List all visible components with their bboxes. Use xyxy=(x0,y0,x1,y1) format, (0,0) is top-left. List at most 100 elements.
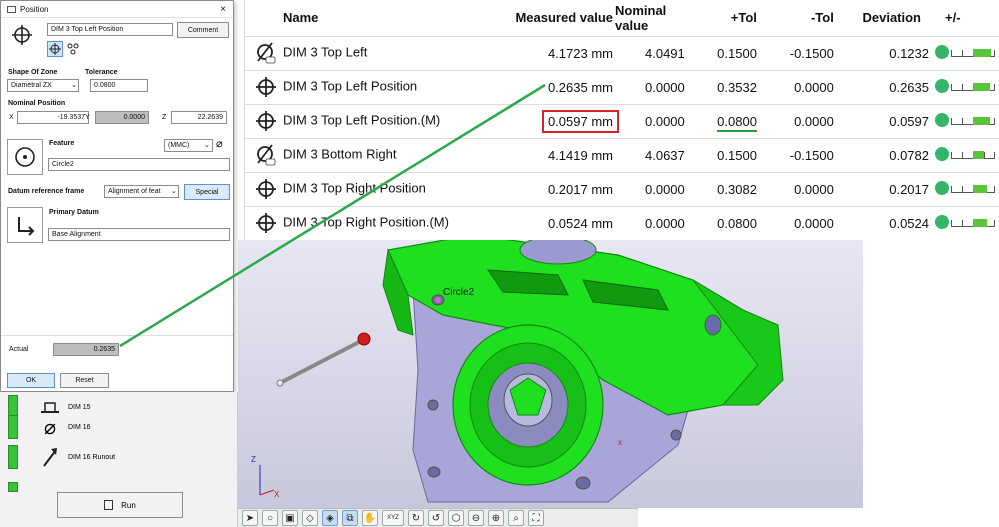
deviation-bar xyxy=(935,180,995,195)
position-icon xyxy=(255,179,283,199)
row-deviation: 0.2635 xyxy=(889,79,929,95)
tolerance-input[interactable]: 0.0800 xyxy=(90,79,148,92)
3d-viewport[interactable]: x Circle2 Z X xyxy=(238,240,863,508)
table-row[interactable]: DIM 3 Top Left Position 0.2635 mm 0.0000 0.… xyxy=(245,69,999,104)
deviation-fill xyxy=(973,150,984,159)
results-header-row: Name Measured value Nominal value +Tol -… xyxy=(245,0,999,36)
section-view-icon[interactable]: ⧉ xyxy=(342,510,358,526)
row-plus-tol: 0.1500 xyxy=(717,147,757,163)
tolerance-scale xyxy=(951,47,995,57)
comment-button[interactable]: Comment xyxy=(177,22,229,38)
pattern-mode-icon[interactable] xyxy=(65,41,81,57)
runout-arrow-icon xyxy=(38,445,62,469)
status-dot-icon xyxy=(935,214,949,229)
cube-shaded-icon[interactable]: ▣ xyxy=(282,510,298,526)
primary-datum-label: Primary Datum xyxy=(49,209,99,216)
pan-hand-icon[interactable]: ✋ xyxy=(362,510,378,526)
datum-corner-icon[interactable] xyxy=(7,207,43,243)
chevron-down-icon: ⌄ xyxy=(171,188,177,195)
reset-button[interactable]: Reset xyxy=(60,373,109,388)
header-plus-tol[interactable]: +Tol xyxy=(700,0,767,36)
view-toolbar: ➤ ○ ▣ ◇ ◈ ⧉ ✋ XYZ ↻ ↺ ⬡ ⊖ ⊕ ⌕ ⛶ xyxy=(238,508,638,527)
header-plusminus[interactable]: +/- xyxy=(931,0,999,36)
status-dot-icon xyxy=(935,78,949,93)
deviation-fill xyxy=(973,184,987,193)
dialog-divider xyxy=(1,335,233,336)
run-button[interactable]: Run xyxy=(57,492,183,518)
feature-input[interactable]: Circle2 xyxy=(48,158,230,171)
feature-item-label: DIM 16 Runout xyxy=(68,453,116,461)
table-row[interactable]: DIM 3 Top Left 4.1723 mm 4.0491 0.1500 -0.15… xyxy=(245,35,999,70)
header-measured[interactable]: Measured value xyxy=(459,0,615,36)
header-minus-tol[interactable]: -Tol xyxy=(767,0,844,36)
wireframe-icon[interactable]: ◇ xyxy=(302,510,318,526)
row-minus-tol: 0.0000 xyxy=(794,79,834,95)
row-nominal: 4.0491 xyxy=(645,45,685,61)
shape-of-zone-select[interactable]: Diametral ZX xyxy=(7,79,79,92)
row-nominal: 0.0000 xyxy=(645,113,685,129)
position-symbol-icon xyxy=(7,23,37,47)
list-item[interactable] xyxy=(8,474,38,500)
list-item[interactable]: ⌀ DIM 16 xyxy=(8,414,91,440)
diameter-icon[interactable]: ⌀ xyxy=(216,137,223,150)
header-name[interactable]: Name xyxy=(245,0,459,36)
view-cube-icon[interactable]: ⬡ xyxy=(448,510,464,526)
row-nominal: 0.0000 xyxy=(645,181,685,197)
deviation-bar xyxy=(935,78,995,93)
list-item[interactable]: DIM 16 Runout xyxy=(8,444,115,470)
header-deviation[interactable]: Deviation xyxy=(844,0,931,36)
nominal-z-input[interactable]: 22.2639 xyxy=(171,111,227,124)
rotate-ccw-icon[interactable]: ↺ xyxy=(428,510,444,526)
row-name: DIM 3 Top Left Position xyxy=(283,78,418,94)
row-measured: 4.1723 mm xyxy=(547,45,613,61)
svg-text:x: x xyxy=(618,438,622,447)
render-mode-icon[interactable]: ◈ xyxy=(322,510,338,526)
deviation-bar xyxy=(935,112,995,127)
feature-item-label: DIM 15 xyxy=(68,403,91,411)
axis-z-label: Z xyxy=(251,455,256,464)
dialog-titlebar[interactable]: Position × xyxy=(1,1,233,18)
actual-value-field: 0.2635 xyxy=(53,343,119,356)
ok-button[interactable]: OK xyxy=(7,373,55,388)
row-measured: 0.2635 mm xyxy=(547,79,613,95)
run-icon xyxy=(104,500,114,510)
status-bar xyxy=(8,445,18,469)
primary-datum-input[interactable]: Base Alignment xyxy=(48,228,230,241)
axis-x-label: X xyxy=(274,490,280,499)
diameter-icon xyxy=(255,42,283,64)
position-mode-icon[interactable] xyxy=(47,41,63,57)
nominal-position-label: Nominal Position xyxy=(8,100,66,107)
part-model: x xyxy=(259,240,784,503)
status-bar xyxy=(8,482,18,492)
results-table: Name Measured value Nominal value +Tol -… xyxy=(245,0,999,240)
table-row[interactable]: DIM 3 Top Right Position 0.2017 mm 0.0000 0… xyxy=(245,171,999,206)
circle-tool-icon[interactable]: ○ xyxy=(262,510,278,526)
xyz-view-icon[interactable]: XYZ xyxy=(382,510,404,526)
tolerance-scale xyxy=(951,183,995,193)
select-arrow-icon[interactable]: ➤ xyxy=(242,510,258,526)
datum-frame-label: Datum reference frame xyxy=(8,188,85,195)
zoom-icon[interactable]: ⌕ xyxy=(508,510,524,526)
row-minus-tol: 0.0000 xyxy=(794,113,834,129)
close-icon[interactable]: × xyxy=(213,4,233,15)
nominal-x-input[interactable]: -19.3537 xyxy=(17,111,89,124)
status-dot-icon xyxy=(935,180,949,195)
datum-frame-select[interactable]: Alignment of feat xyxy=(104,185,179,198)
special-button[interactable]: Special xyxy=(184,184,230,200)
chevron-down-icon: ⌄ xyxy=(71,82,77,89)
zoom-in-icon[interactable]: ⊕ xyxy=(488,510,504,526)
deviation-fill xyxy=(973,116,990,125)
table-row[interactable]: DIM 3 Bottom Right 4.1419 mm 4.0637 0.1500 -… xyxy=(245,137,999,172)
circle-feature-icon[interactable] xyxy=(7,139,43,175)
dimension-name-field[interactable]: DIM 3 Top Left Position xyxy=(47,23,173,36)
dialog-title: Position xyxy=(20,4,49,14)
table-row[interactable]: DIM 3 Top Right Position.(M) 0.0524 mm 0.0… xyxy=(245,205,999,240)
status-dot-icon xyxy=(935,44,949,59)
nominal-y-input[interactable]: 0.0000 xyxy=(95,111,149,124)
table-row[interactable]: DIM 3 Top Left Position.(M) 0.0597 mm 0.00… xyxy=(245,103,999,138)
zoom-out-icon[interactable]: ⊖ xyxy=(468,510,484,526)
zoom-fit-icon[interactable]: ⛶ xyxy=(528,510,544,526)
rotate-cw-icon[interactable]: ↻ xyxy=(408,510,424,526)
header-nominal[interactable]: Nominal value xyxy=(615,0,700,36)
row-plus-tol: 0.3532 xyxy=(717,79,757,95)
